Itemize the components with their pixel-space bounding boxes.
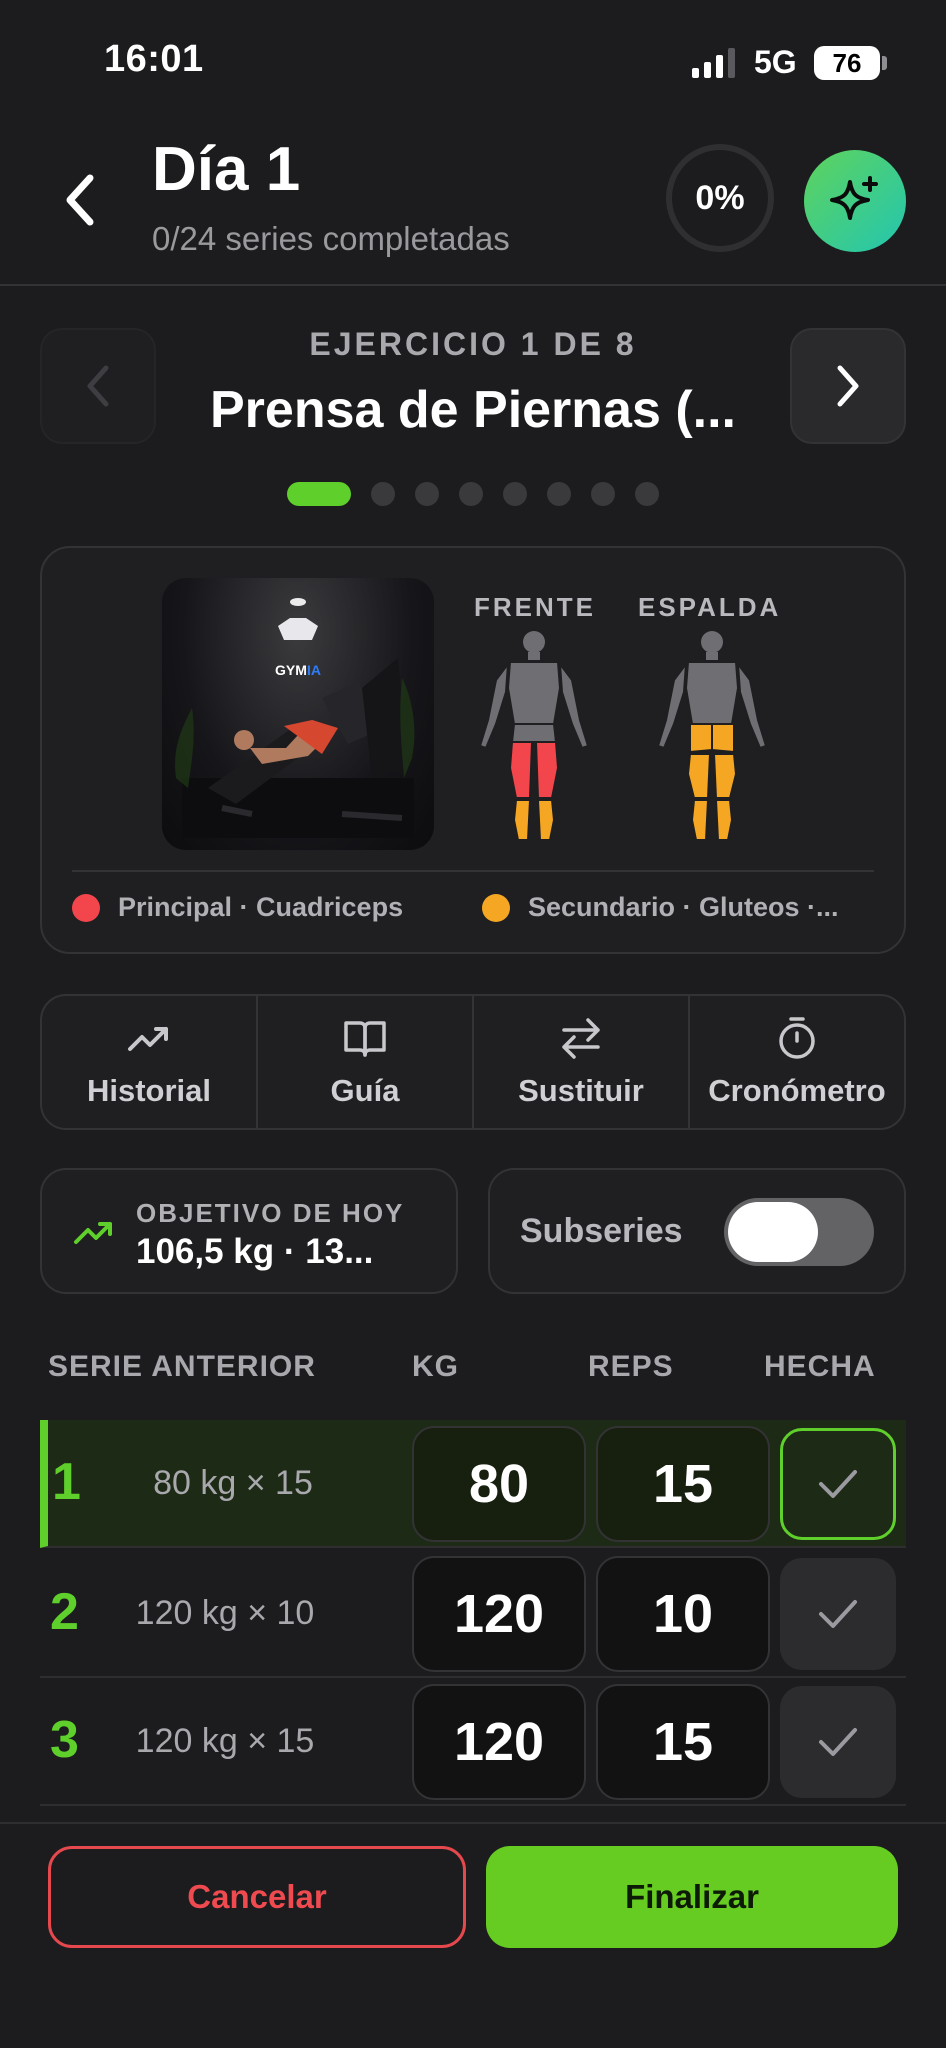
chevron-left-icon	[87, 365, 109, 407]
subseries-toggle[interactable]	[724, 1198, 874, 1266]
toggle-knob	[728, 1202, 818, 1262]
network-type: 5G	[754, 44, 797, 80]
reps-input[interactable]: 15	[596, 1426, 770, 1542]
header-done: HECHA	[764, 1350, 876, 1383]
secondary-dot-icon	[482, 893, 510, 922]
pagination-dot[interactable]	[287, 482, 351, 506]
back-label: ESPALDA	[638, 592, 782, 622]
set-row: 2 120 kg × 10 120 10	[40, 1550, 906, 1678]
exercise-image[interactable]: GYMIA	[162, 578, 434, 850]
checkmark-icon	[819, 1600, 857, 1628]
done-checkbox[interactable]	[780, 1558, 896, 1670]
header-kg: KG	[412, 1350, 459, 1383]
pagination-dot[interactable]	[371, 482, 395, 506]
substitute-button[interactable]: Sustituir	[474, 996, 690, 1128]
legend-secondary-text: Secundario · Gluteos ·...	[528, 892, 839, 922]
battery-cap	[882, 56, 887, 70]
body-back-figure	[656, 631, 768, 841]
photo-logo-text: GYMIA	[162, 662, 434, 678]
status-time: 16:01	[104, 38, 204, 80]
status-bar: 16:01 5G 76	[0, 0, 946, 120]
done-checkbox[interactable]	[780, 1686, 896, 1798]
checkmark-icon	[819, 1470, 857, 1498]
signal-icon	[692, 48, 735, 78]
header-previous: SERIE ANTERIOR	[48, 1350, 316, 1383]
next-exercise-button[interactable]	[790, 328, 906, 444]
goal-label: OBJETIVO DE HOY	[136, 1198, 405, 1228]
previous-set: 120 kg × 10	[135, 1594, 315, 1632]
sparkles-icon	[830, 176, 878, 220]
legend-primary-text: Principal · Cuadriceps	[118, 892, 404, 922]
body-front-figure	[478, 631, 590, 841]
back-button[interactable]	[50, 170, 110, 230]
pagination-dot[interactable]	[459, 482, 483, 506]
goal-value: 106,5 kg · 13...	[136, 1232, 374, 1271]
pagination-dot[interactable]	[635, 482, 659, 506]
stopwatch-label: Cronómetro	[708, 1073, 886, 1108]
set-row: 1 80 kg × 15 80 15	[40, 1420, 906, 1548]
sets-table-header: SERIE ANTERIOR KG REPS HECHA	[0, 1350, 946, 1390]
battery-level: 76	[832, 47, 862, 78]
trending-up-icon	[74, 1222, 112, 1244]
substitute-label: Sustituir	[518, 1073, 644, 1108]
chevron-right-icon	[837, 365, 859, 407]
done-checkbox[interactable]	[780, 1428, 896, 1540]
guide-label: Guía	[330, 1073, 400, 1108]
subseries-label: Subseries	[520, 1212, 683, 1250]
exercise-name: Prensa de Piernas (...	[209, 381, 737, 439]
progress-ring: 0%	[666, 144, 774, 252]
cancel-button[interactable]: Cancelar	[48, 1846, 466, 1948]
muscle-card: GYMIA FRENTE ESPALDA Principal · Cuadric…	[40, 546, 906, 954]
progress-percent: 0%	[695, 178, 745, 217]
pagination-dot[interactable]	[503, 482, 527, 506]
page-title: Día 1	[152, 135, 301, 204]
trending-up-icon	[128, 1027, 168, 1051]
previous-set: 80 kg × 15	[153, 1464, 313, 1502]
header: Día 1 0/24 series completadas 0%	[0, 120, 946, 286]
history-label: Historial	[86, 1073, 212, 1108]
set-number: 3	[50, 1711, 79, 1769]
pagination-dot[interactable]	[591, 482, 615, 506]
bottom-action-bar: Cancelar Finalizar	[0, 1822, 946, 2048]
kg-input[interactable]: 80	[412, 1426, 586, 1542]
swap-icon	[562, 1018, 600, 1059]
logo-suffix: IA	[306, 662, 321, 678]
finish-button[interactable]: Finalizar	[486, 1846, 898, 1948]
exercise-actions: Historial Guía Sustituir Cronómetro	[40, 994, 906, 1130]
kg-input[interactable]: 120	[412, 1556, 586, 1672]
pagination-dot[interactable]	[415, 482, 439, 506]
ai-assistant-button[interactable]	[804, 150, 906, 252]
stopwatch-button[interactable]: Cronómetro	[690, 996, 904, 1128]
card-divider	[72, 870, 874, 872]
reps-input[interactable]: 15	[596, 1684, 770, 1800]
logo-prefix: GYM	[275, 662, 307, 678]
stopwatch-icon	[779, 1017, 815, 1059]
pagination-dot[interactable]	[547, 482, 571, 506]
primary-dot-icon	[72, 893, 100, 922]
set-row: 3 120 kg × 15 120 15	[40, 1678, 906, 1806]
previous-set: 120 kg × 15	[135, 1722, 315, 1760]
battery-icon: 76	[814, 46, 880, 80]
guide-button[interactable]: Guía	[258, 996, 474, 1128]
history-button[interactable]: Historial	[42, 996, 258, 1128]
reps-input[interactable]: 10	[596, 1556, 770, 1672]
leg-press-illustration	[175, 598, 415, 838]
subseries-card: Subseries	[488, 1168, 906, 1294]
kg-input[interactable]: 120	[412, 1684, 586, 1800]
set-number: 1	[52, 1453, 81, 1511]
series-progress-text: 0/24 series completadas	[152, 220, 510, 257]
checkmark-icon	[819, 1728, 857, 1756]
front-label: FRENTE	[474, 592, 596, 622]
book-icon	[344, 1021, 386, 1057]
exercise-pagination	[0, 482, 946, 506]
legend-secondary: Secundario · Gluteos ·...	[482, 892, 882, 923]
chevron-left-icon	[66, 174, 94, 226]
legend-primary: Principal · Cuadriceps	[72, 892, 403, 923]
set-number: 2	[50, 1583, 79, 1641]
today-goal-card: OBJETIVO DE HOY 106,5 kg · 13...	[40, 1168, 458, 1294]
header-reps: REPS	[588, 1350, 674, 1383]
